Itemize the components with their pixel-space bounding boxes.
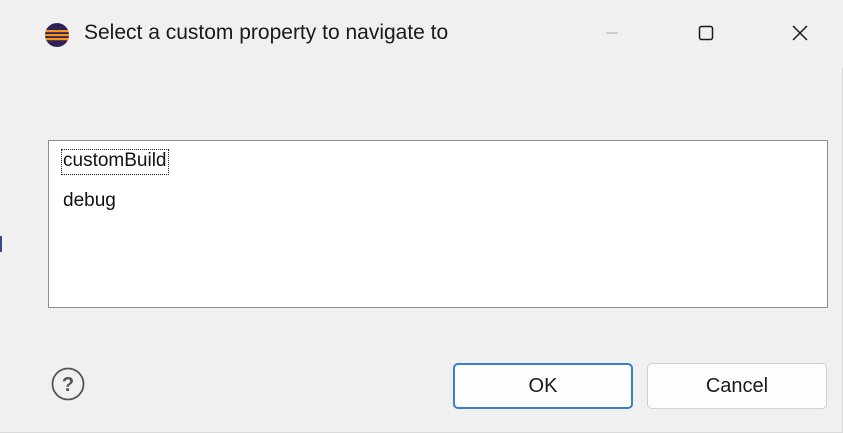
ok-button[interactable]: OK bbox=[453, 363, 633, 409]
cancel-button[interactable]: Cancel bbox=[647, 363, 827, 409]
close-button[interactable] bbox=[763, 0, 837, 66]
property-list[interactable]: customBuild debug bbox=[48, 140, 828, 308]
minimize-button[interactable] bbox=[575, 0, 649, 66]
close-icon bbox=[792, 25, 808, 41]
dialog-window: Select a custom property to navigate to … bbox=[0, 0, 843, 433]
list-item[interactable]: customBuild bbox=[61, 149, 169, 175]
svg-text:?: ? bbox=[62, 374, 74, 396]
minimize-icon bbox=[606, 32, 618, 34]
help-icon[interactable]: ? bbox=[50, 366, 86, 402]
window-edge-mark bbox=[0, 236, 2, 252]
list-item[interactable]: debug bbox=[61, 189, 118, 215]
maximize-button[interactable] bbox=[669, 0, 743, 66]
title-bar[interactable]: Select a custom property to navigate to bbox=[0, 0, 843, 68]
maximize-icon bbox=[698, 25, 714, 41]
eclipse-icon bbox=[45, 23, 69, 47]
window-title: Select a custom property to navigate to bbox=[84, 21, 449, 44]
